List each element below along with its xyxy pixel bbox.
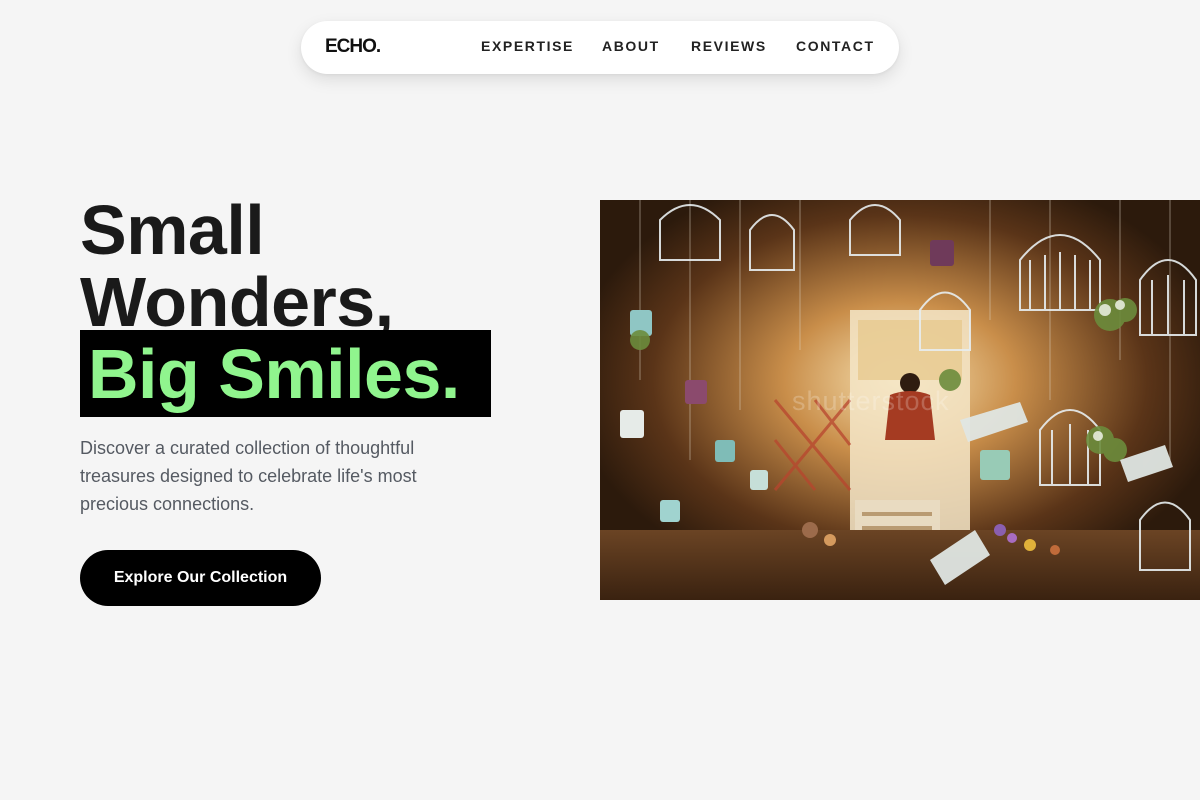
top-navbar: ECHO. EXPERTISE ABOUT REVIEWS CONTACT bbox=[301, 21, 899, 74]
nav-link-reviews[interactable]: REVIEWS bbox=[691, 38, 767, 54]
headline-highlight: Big Smiles. bbox=[88, 335, 460, 413]
nav-link-contact[interactable]: CONTACT bbox=[796, 38, 875, 54]
image-watermark: shutterstock bbox=[792, 386, 950, 416]
headline-line-1: Small bbox=[80, 191, 265, 269]
hero-headline: Small Wonders, bbox=[80, 194, 394, 338]
nav-link-about[interactable]: ABOUT bbox=[602, 38, 660, 54]
explore-collection-button[interactable]: Explore Our Collection bbox=[80, 550, 321, 606]
nav-links: EXPERTISE ABOUT REVIEWS CONTACT bbox=[301, 38, 899, 58]
hero-image: shutterstock bbox=[600, 200, 1200, 600]
headline-line-2: Wonders, bbox=[80, 263, 394, 341]
page: ECHO. EXPERTISE ABOUT REVIEWS CONTACT Sm… bbox=[0, 0, 1200, 800]
headline-highlight-box: Big Smiles. bbox=[80, 330, 491, 417]
nav-link-expertise[interactable]: EXPERTISE bbox=[481, 38, 574, 54]
hero-subtitle: Discover a curated collection of thought… bbox=[80, 438, 417, 514]
